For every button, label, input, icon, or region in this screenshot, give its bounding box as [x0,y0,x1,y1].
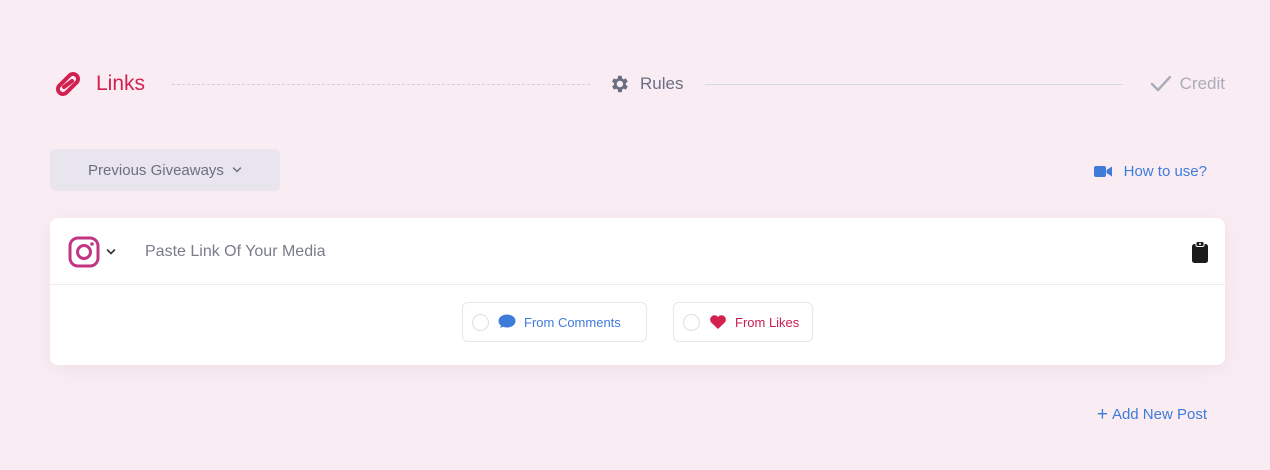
step-connector [705,84,1123,85]
how-to-use-label: How to use? [1123,162,1207,180]
video-camera-icon [1093,165,1112,178]
chevron-down-icon [106,248,116,256]
clipboard-icon[interactable] [1192,241,1208,263]
previous-giveaways-button[interactable]: Previous Giveaways [50,149,280,191]
step-rules[interactable]: Rules [608,64,683,104]
step-label: Rules [640,74,684,93]
platform-selector[interactable] [68,236,116,268]
add-new-post-label: Add New Post [1111,405,1207,423]
plus-icon: + [1096,403,1108,425]
link-icon [50,69,86,99]
media-link-row [50,218,1225,285]
step-label: Credit [1179,74,1225,93]
media-card: From Comments From Likes [50,218,1225,365]
media-link-input[interactable] [145,238,1145,266]
from-comments-option[interactable]: From Comments [462,302,647,342]
gear-icon [608,73,630,95]
step-connector [172,84,590,85]
step-credit[interactable]: Credit [1150,64,1225,104]
heart-icon [709,314,727,330]
chevron-down-icon [232,166,242,174]
check-icon [1150,74,1172,94]
instagram-icon [68,236,100,268]
from-comments-radio[interactable] [472,313,489,331]
from-likes-radio[interactable] [683,313,700,331]
how-to-use-link[interactable]: How to use? [1093,160,1207,182]
from-comments-label: From Comments [524,314,621,330]
step-links[interactable]: Links [50,64,145,104]
from-likes-option[interactable]: From Likes [673,302,813,342]
stepper: Links Rules Credit [50,64,1225,104]
step-label: Links [96,72,146,95]
previous-giveaways-label: Previous Giveaways [88,161,224,179]
add-new-post-button[interactable]: + Add New Post [1097,403,1207,425]
from-likes-label: From Likes [735,314,800,330]
comment-icon [498,314,516,330]
